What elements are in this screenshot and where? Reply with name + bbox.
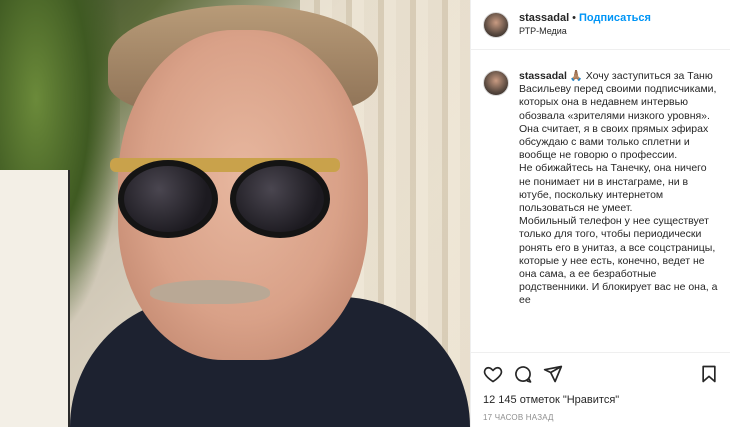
mustache <box>150 280 270 304</box>
action-bar: 12 145 отметок "Нравится" 17 часов назад <box>471 352 730 427</box>
post-photo[interactable] <box>0 0 470 427</box>
caption-username[interactable]: stassadal <box>519 70 567 82</box>
follow-button[interactable]: Подписаться <box>579 12 651 24</box>
heart-icon[interactable] <box>483 364 503 384</box>
comments-area[interactable]: stassadal 🙏🏽 Хочу заступиться за Таню Ва… <box>471 60 730 352</box>
post-header: stassadal • Подписаться РТР-Медиа <box>471 0 730 50</box>
instagram-post: stassadal • Подписаться РТР-Медиа stassada… <box>0 0 730 427</box>
picture-board <box>0 170 70 427</box>
separator-dot: • <box>572 12 577 24</box>
caption-text: stassadal 🙏🏽 Хочу заступиться за Таню Ва… <box>519 70 719 352</box>
share-icon[interactable] <box>543 364 563 384</box>
comment-icon[interactable] <box>513 364 533 384</box>
caption-avatar[interactable] <box>483 70 509 96</box>
caption-line: Она считает, я в своих прямых эфирах обс… <box>519 122 709 162</box>
sunglasses <box>100 150 350 240</box>
post-side-panel: stassadal • Подписаться РТР-Медиа stassada… <box>470 0 730 427</box>
location-link[interactable]: РТР-Медиа <box>519 25 651 38</box>
caption-line: Мобильный телефон у нее существует тольк… <box>519 215 718 307</box>
bookmark-icon[interactable] <box>699 364 719 384</box>
username-link[interactable]: stassadal <box>519 12 569 24</box>
likes-count[interactable]: 12 145 отметок "Нравится" <box>483 393 719 407</box>
pray-emoji: 🙏🏽 <box>569 70 583 82</box>
avatar[interactable] <box>483 11 509 38</box>
post-time[interactable]: 17 часов назад <box>483 413 719 422</box>
caption-line: Не обижайтесь на Танечку, она ничего не … <box>519 162 707 215</box>
